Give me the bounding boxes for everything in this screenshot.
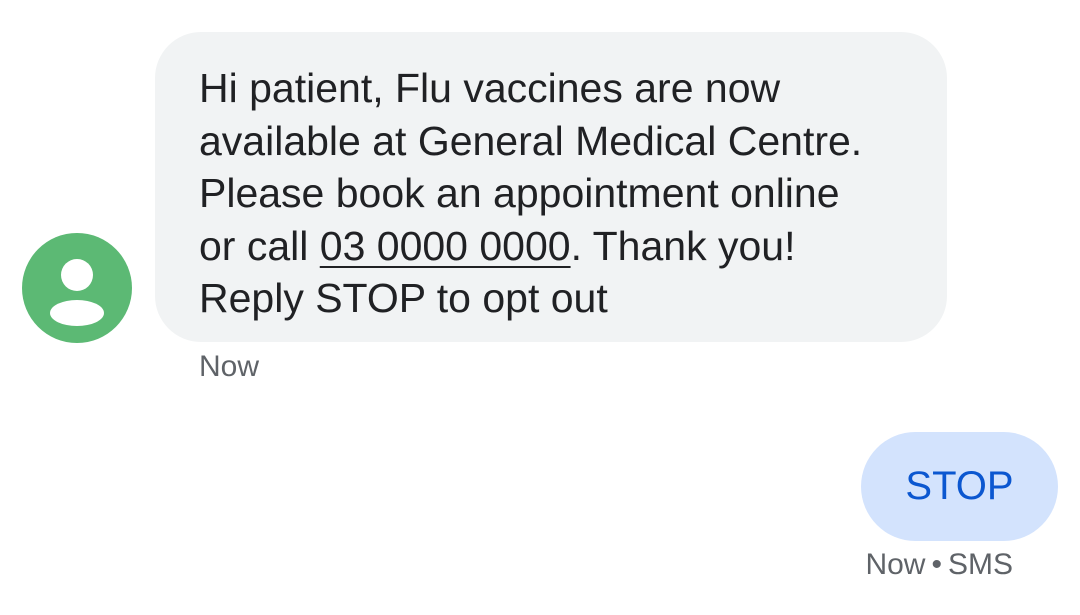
outgoing-timestamp: Now xyxy=(865,548,926,581)
outgoing-message-bubble[interactable]: STOP xyxy=(861,432,1058,541)
sender-avatar[interactable] xyxy=(22,233,132,343)
message-line: Please book an appointment online xyxy=(199,170,840,216)
message-channel: SMS xyxy=(947,548,1013,581)
message-line: Hi patient, Flu vaccines are now xyxy=(199,65,781,111)
incoming-message-bubble[interactable]: Hi patient, Flu vaccines are now availab… xyxy=(155,32,947,342)
outgoing-message-meta: Now • SMS xyxy=(865,546,1013,584)
incoming-timestamp: Now xyxy=(199,350,260,383)
message-text: . Thank you! xyxy=(570,222,796,269)
message-line-with-phone: or call 03 0000 0000. Thank you! xyxy=(199,220,907,273)
outgoing-message-text: STOP xyxy=(905,464,1014,508)
phone-number-link[interactable]: 03 0000 0000 xyxy=(320,223,571,269)
meta-separator: • xyxy=(931,548,942,581)
person-icon xyxy=(50,259,104,326)
message-line: available at General Medical Centre. xyxy=(199,117,863,164)
message-line: Reply STOP to opt out xyxy=(199,275,608,321)
message-text: or call xyxy=(199,222,320,269)
